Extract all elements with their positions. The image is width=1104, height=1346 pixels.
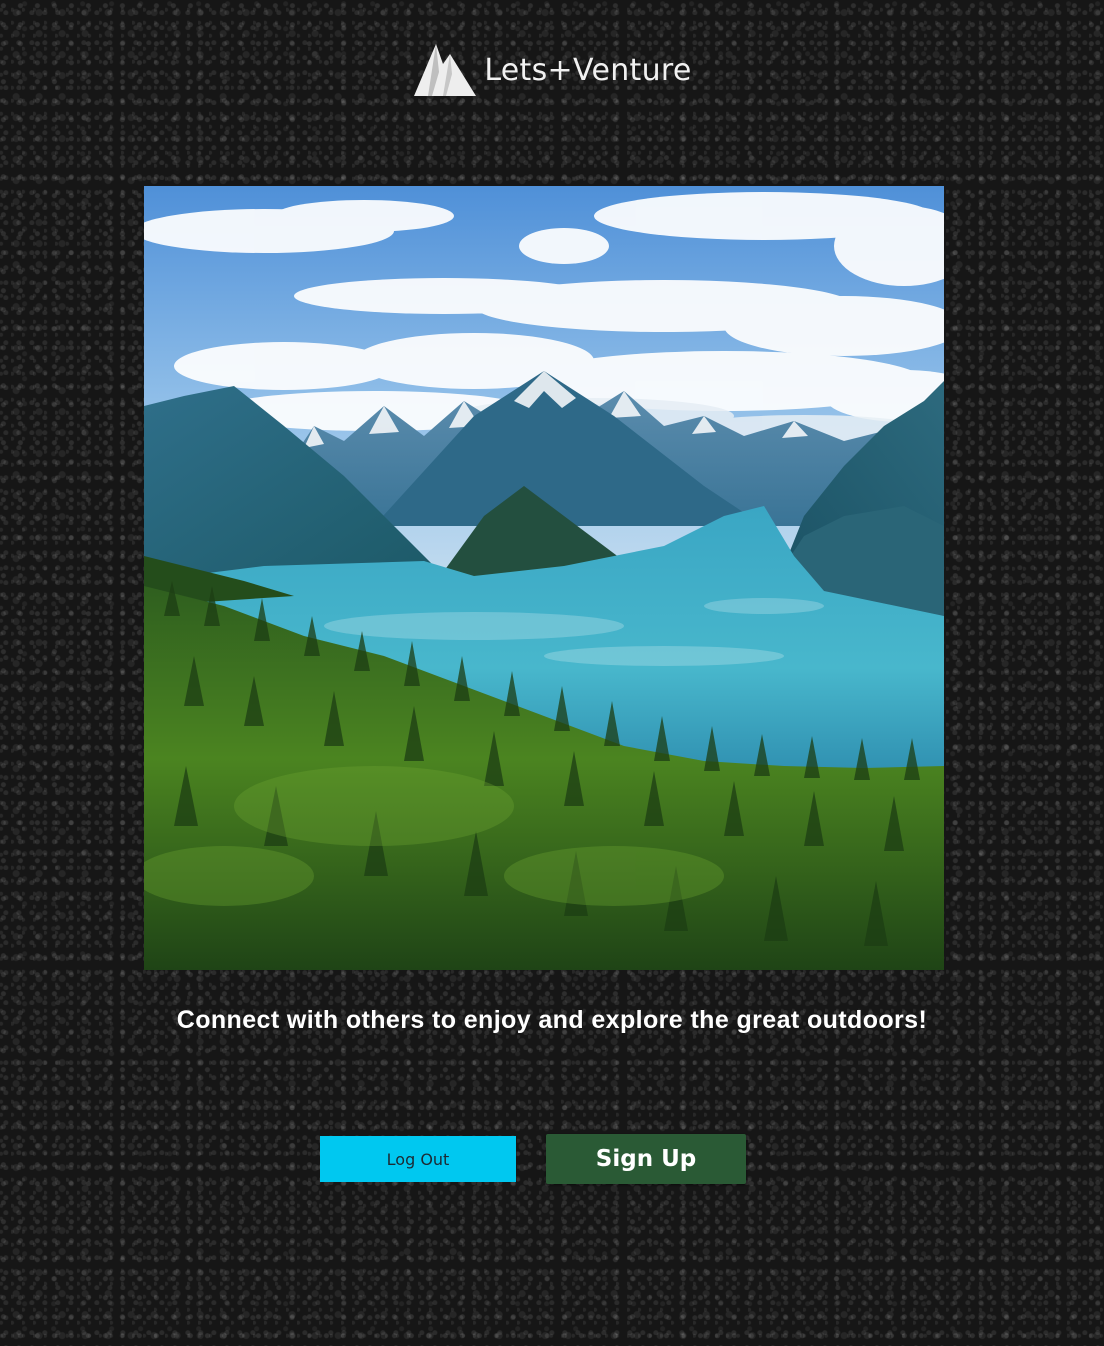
- hero-image: [144, 186, 944, 970]
- tagline: Connect with others to enjoy and explore…: [176, 1006, 928, 1034]
- mountain-logo-icon: [414, 44, 477, 96]
- app-header: Lets+Venture: [0, 40, 1104, 100]
- sign-up-button[interactable]: Sign Up: [546, 1134, 746, 1184]
- logout-button[interactable]: Log Out: [320, 1136, 516, 1182]
- brand-logo[interactable]: Lets+Venture: [412, 42, 691, 98]
- brand-name: Lets+Venture: [484, 52, 692, 88]
